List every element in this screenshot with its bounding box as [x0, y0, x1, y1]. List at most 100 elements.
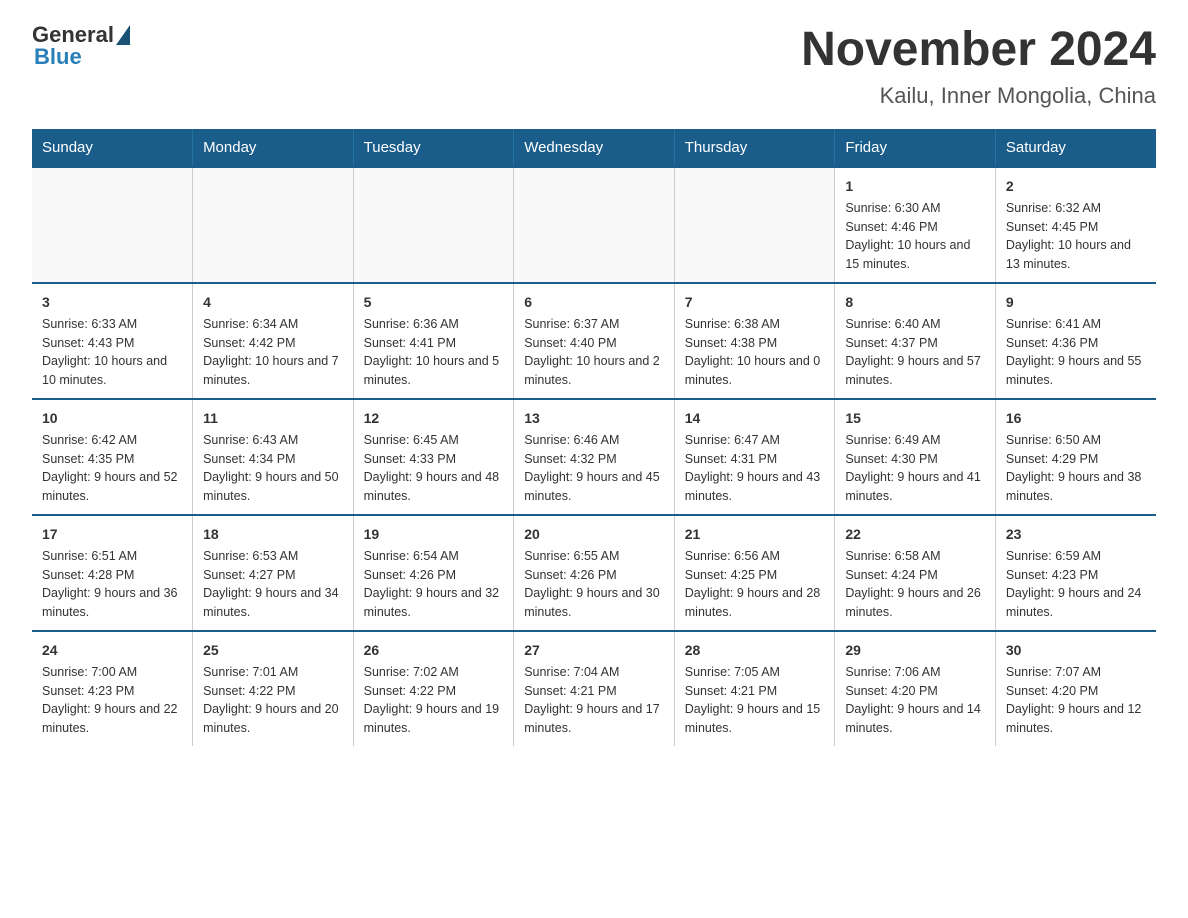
daylight-text: Daylight: 10 hours and 7 minutes.	[203, 352, 343, 390]
daylight-text: Daylight: 9 hours and 52 minutes.	[42, 468, 182, 506]
day-number: 17	[42, 524, 182, 545]
calendar-row-4: 24Sunrise: 7:00 AMSunset: 4:23 PMDayligh…	[32, 631, 1156, 746]
calendar-day-header-monday: Monday	[193, 129, 354, 167]
calendar-cell: 9Sunrise: 6:41 AMSunset: 4:36 PMDaylight…	[995, 283, 1156, 399]
sunset-text: Sunset: 4:28 PM	[42, 566, 182, 585]
calendar-cell: 14Sunrise: 6:47 AMSunset: 4:31 PMDayligh…	[674, 399, 835, 515]
calendar-cell: 7Sunrise: 6:38 AMSunset: 4:38 PMDaylight…	[674, 283, 835, 399]
day-number: 27	[524, 640, 664, 661]
daylight-text: Daylight: 9 hours and 17 minutes.	[524, 700, 664, 738]
daylight-text: Daylight: 9 hours and 15 minutes.	[685, 700, 825, 738]
sunset-text: Sunset: 4:35 PM	[42, 450, 182, 469]
calendar-header-row: SundayMondayTuesdayWednesdayThursdayFrid…	[32, 129, 1156, 167]
calendar-cell: 17Sunrise: 6:51 AMSunset: 4:28 PMDayligh…	[32, 515, 193, 631]
calendar-day-header-tuesday: Tuesday	[353, 129, 514, 167]
calendar-table: SundayMondayTuesdayWednesdayThursdayFrid…	[32, 129, 1156, 746]
logo-general-text: General	[32, 24, 114, 46]
calendar-cell: 28 Sunrise: 7:05 AMSunset: 4:21 PMDayligh…	[674, 631, 835, 746]
calendar-cell: 11Sunrise: 6:43 AMSunset: 4:34 PMDayligh…	[193, 399, 354, 515]
sunset-text: Sunset: 4:21 PM	[524, 682, 664, 701]
calendar-cell: 21Sunrise: 6:56 AMSunset: 4:25 PMDayligh…	[674, 515, 835, 631]
calendar-cell	[514, 167, 675, 283]
sunset-text: Sunset: 4:31 PM	[685, 450, 825, 469]
sunset-text: Sunset: 4:40 PM	[524, 334, 664, 353]
page-header: General Blue November 2024 Kailu, Inner …	[32, 24, 1156, 109]
sunrise-text: Sunrise: 6:36 AM	[364, 315, 504, 334]
daylight-text: Daylight: 10 hours and 10 minutes.	[42, 352, 182, 390]
daylight-text: Daylight: 9 hours and 57 minutes.	[845, 352, 985, 390]
calendar-day-header-wednesday: Wednesday	[514, 129, 675, 167]
sunset-text: Sunset: 4:34 PM	[203, 450, 343, 469]
daylight-text: Daylight: 9 hours and 28 minutes.	[685, 584, 825, 622]
calendar-cell: 30Sunrise: 7:07 AMSunset: 4:20 PMDayligh…	[995, 631, 1156, 746]
daylight-text: Daylight: 9 hours and 24 minutes.	[1006, 584, 1146, 622]
day-number: 13	[524, 408, 664, 429]
day-number: 11	[203, 408, 343, 429]
sunset-text: Sunset: 4:21 PM	[685, 682, 825, 701]
day-number: 23	[1006, 524, 1146, 545]
calendar-day-header-friday: Friday	[835, 129, 996, 167]
sunrise-text: Sunrise: 7:04 AM	[524, 663, 664, 682]
sunrise-text: Sunrise: 6:45 AM	[364, 431, 504, 450]
daylight-text: Daylight: 9 hours and 26 minutes.	[845, 584, 985, 622]
calendar-cell: 13Sunrise: 6:46 AMSunset: 4:32 PMDayligh…	[514, 399, 675, 515]
sunrise-text: Sunrise: 6:33 AM	[42, 315, 182, 334]
daylight-text: Daylight: 9 hours and 45 minutes.	[524, 468, 664, 506]
daylight-text: Daylight: 9 hours and 55 minutes.	[1006, 352, 1146, 390]
day-number: 10	[42, 408, 182, 429]
day-number: 5	[364, 292, 504, 313]
day-number: 14	[685, 408, 825, 429]
sunrise-text: Sunrise: 6:55 AM	[524, 547, 664, 566]
calendar-row-0: 1Sunrise: 6:30 AMSunset: 4:46 PMDaylight…	[32, 167, 1156, 283]
sunset-text: Sunset: 4:46 PM	[845, 218, 985, 237]
sunrise-text: Sunrise: 6:38 AM	[685, 315, 825, 334]
sunrise-text: Sunrise: 6:34 AM	[203, 315, 343, 334]
calendar-cell: 10 Sunrise: 6:42 AMSunset: 4:35 PMDayligh…	[32, 399, 193, 515]
day-number: 20	[524, 524, 664, 545]
calendar-cell: 19Sunrise: 6:54 AMSunset: 4:26 PMDayligh…	[353, 515, 514, 631]
sunset-text: Sunset: 4:38 PM	[685, 334, 825, 353]
day-number: 8	[845, 292, 985, 313]
calendar-day-header-saturday: Saturday	[995, 129, 1156, 167]
sunset-text: Sunset: 4:37 PM	[845, 334, 985, 353]
sunrise-text: Sunrise: 6:50 AM	[1006, 431, 1146, 450]
day-number: 6	[524, 292, 664, 313]
day-number: 1	[845, 176, 985, 197]
sunrise-text: Sunrise: 6:32 AM	[1006, 199, 1146, 218]
daylight-text: Daylight: 10 hours and 0 minutes.	[685, 352, 825, 390]
daylight-text: Daylight: 9 hours and 34 minutes.	[203, 584, 343, 622]
calendar-day-header-thursday: Thursday	[674, 129, 835, 167]
day-number: 28	[685, 640, 825, 661]
daylight-text: Daylight: 10 hours and 5 minutes.	[364, 352, 504, 390]
sunrise-text: Sunrise: 7:05 AM	[685, 663, 825, 682]
day-number: 21	[685, 524, 825, 545]
calendar-row-2: 10Sunrise: 6:42 AMSunset: 4:35 PMDayligh…	[32, 399, 1156, 515]
sunrise-text: Sunrise: 7:01 AM	[203, 663, 343, 682]
daylight-text: Daylight: 9 hours and 30 minutes.	[524, 584, 664, 622]
logo-blue-text: Blue	[34, 44, 82, 70]
sunset-text: Sunset: 4:43 PM	[42, 334, 182, 353]
sunrise-text: Sunrise: 6:53 AM	[203, 547, 343, 566]
title-block: November 2024 Kailu, Inner Mongolia, Chi…	[801, 24, 1156, 109]
calendar-cell: 23Sunrise: 6:59 AMSunset: 4:23 PMDayligh…	[995, 515, 1156, 631]
daylight-text: Daylight: 9 hours and 48 minutes.	[364, 468, 504, 506]
daylight-text: Daylight: 9 hours and 38 minutes.	[1006, 468, 1146, 506]
calendar-cell: 15Sunrise: 6:49 AMSunset: 4:30 PMDayligh…	[835, 399, 996, 515]
sunrise-text: Sunrise: 6:42 AM	[42, 431, 182, 450]
sunset-text: Sunset: 4:24 PM	[845, 566, 985, 585]
sunset-text: Sunset: 4:22 PM	[203, 682, 343, 701]
calendar-cell: 16Sunrise: 6:50 AMSunset: 4:29 PMDayligh…	[995, 399, 1156, 515]
daylight-text: Daylight: 9 hours and 19 minutes.	[364, 700, 504, 738]
sunrise-text: Sunrise: 6:30 AM	[845, 199, 985, 218]
logo-triangle-icon	[116, 25, 130, 45]
daylight-text: Daylight: 10 hours and 2 minutes.	[524, 352, 664, 390]
calendar-subtitle: Kailu, Inner Mongolia, China	[801, 83, 1156, 109]
day-number: 15	[845, 408, 985, 429]
calendar-cell: 6Sunrise: 6:37 AMSunset: 4:40 PMDaylight…	[514, 283, 675, 399]
calendar-cell	[32, 167, 193, 283]
day-number: 30	[1006, 640, 1146, 661]
sunrise-text: Sunrise: 7:06 AM	[845, 663, 985, 682]
calendar-day-header-sunday: Sunday	[32, 129, 193, 167]
sunset-text: Sunset: 4:30 PM	[845, 450, 985, 469]
daylight-text: Daylight: 9 hours and 41 minutes.	[845, 468, 985, 506]
